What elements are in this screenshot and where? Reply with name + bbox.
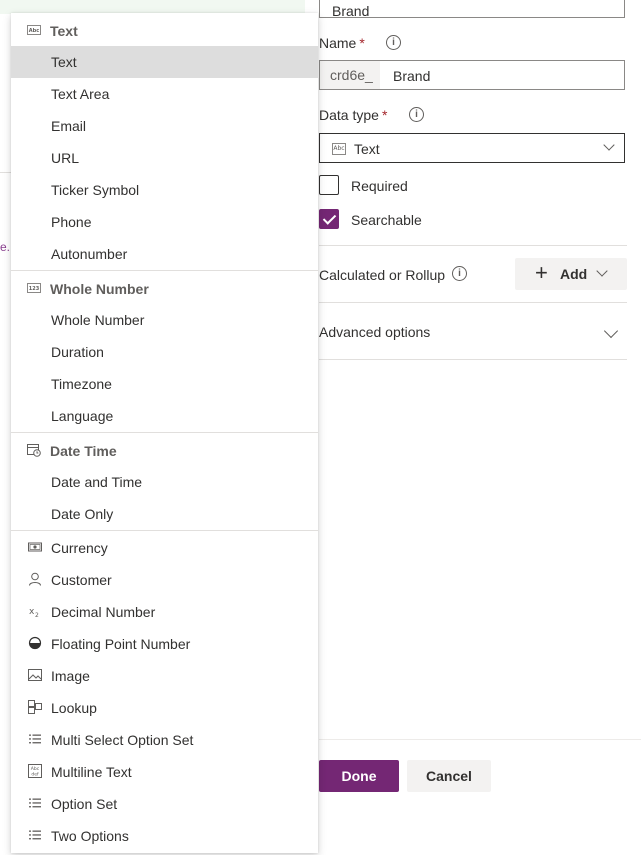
name-prefix: crd6e_ xyxy=(320,61,380,89)
menu-item-timezone[interactable]: Timezone xyxy=(11,368,318,400)
menu-item-two-options[interactable]: Two Options xyxy=(11,820,318,852)
data-type-value: Text xyxy=(354,141,380,157)
required-checkbox[interactable] xyxy=(319,175,339,195)
menu-item-date-only[interactable]: Date Only xyxy=(11,498,318,530)
add-calculated-button[interactable]: + Add xyxy=(515,258,627,290)
number-123-icon: 123 xyxy=(27,283,41,293)
footer-divider xyxy=(319,739,641,740)
group-separator xyxy=(11,270,318,271)
searchable-checkbox[interactable] xyxy=(319,209,339,229)
menu-item-currency[interactable]: Currency xyxy=(11,532,318,564)
menu-item-date-and-time[interactable]: Date and Time xyxy=(11,466,318,498)
half-circle-icon xyxy=(28,636,42,650)
decimal-icon: x 2 xyxy=(29,607,39,618)
menu-item-image[interactable]: Image xyxy=(11,660,318,692)
menu-item-lookup[interactable]: Lookup xyxy=(11,692,318,724)
menu-item-floating-point-number[interactable]: Floating Point Number xyxy=(11,628,318,660)
name-label: Name * xyxy=(319,35,365,51)
person-icon xyxy=(29,572,41,586)
menu-item-autonumber[interactable]: Autonumber xyxy=(11,238,318,270)
column-properties-panel xyxy=(319,0,641,855)
list-icon xyxy=(29,734,41,744)
display-name-input[interactable]: Brand xyxy=(319,0,625,19)
data-type-label: Data type * xyxy=(319,107,388,123)
name-value: Brand xyxy=(393,68,431,84)
done-button[interactable]: Done xyxy=(319,760,399,792)
name-input[interactable]: crd6e_ Brand xyxy=(319,60,625,90)
calendar-clock-icon xyxy=(27,444,41,457)
display-name-value: Brand xyxy=(332,3,370,19)
menu-item-duration[interactable]: Duration xyxy=(11,336,318,368)
menu-item-decimal-number[interactable]: x 2 Decimal Number xyxy=(11,596,318,628)
group-separator xyxy=(11,432,318,433)
menu-item-customer[interactable]: Customer xyxy=(11,564,318,596)
group-header-text: Abc Text xyxy=(27,23,78,39)
currency-icon xyxy=(28,542,42,552)
svg-text:Abc: Abc xyxy=(31,766,40,772)
menu-item-multi-select-option-set[interactable]: Multi Select Option Set xyxy=(11,724,318,756)
menu-item-whole-number[interactable]: Whole Number xyxy=(11,304,318,336)
image-icon xyxy=(28,669,42,681)
menu-item-language[interactable]: Language xyxy=(11,400,318,432)
menu-item-ticker-symbol[interactable]: Ticker Symbol xyxy=(11,174,318,206)
group-header-date-time: Date Time xyxy=(11,434,318,466)
data-type-dropdown: Abc Text Text Text Area Email URL Ticker… xyxy=(11,13,318,853)
background-text-fragment: e. xyxy=(0,240,11,254)
svg-text:Abc: Abc xyxy=(29,28,39,34)
info-icon[interactable]: i xyxy=(409,107,424,122)
data-type-select[interactable]: Abc Text xyxy=(319,133,625,163)
svg-text:123: 123 xyxy=(29,286,40,292)
lookup-icon xyxy=(28,700,42,714)
multiline-text-icon: Abc def xyxy=(28,764,42,778)
info-icon[interactable]: i xyxy=(386,35,401,50)
svg-text:def: def xyxy=(31,772,39,778)
searchable-label: Searchable xyxy=(351,212,422,228)
required-label: Required xyxy=(351,178,408,194)
plus-icon: + xyxy=(535,260,548,285)
required-asterisk: * xyxy=(359,35,365,51)
svg-text:2: 2 xyxy=(35,612,39,618)
calculated-rollup-label: Calculated or Rollup xyxy=(319,267,446,283)
section-divider xyxy=(319,359,627,360)
list-icon xyxy=(29,798,41,808)
info-icon[interactable]: i xyxy=(452,266,467,281)
menu-item-text-area[interactable]: Text Area xyxy=(11,78,318,110)
menu-item-email[interactable]: Email xyxy=(11,110,318,142)
text-abc-icon: Abc xyxy=(332,143,346,155)
menu-item-text[interactable]: Text xyxy=(11,46,318,78)
required-asterisk: * xyxy=(381,107,388,123)
menu-item-option-set[interactable]: Option Set xyxy=(11,788,318,820)
chevron-down-icon xyxy=(603,139,615,151)
cancel-button[interactable]: Cancel xyxy=(407,760,491,792)
section-divider xyxy=(319,245,627,246)
background-banner xyxy=(0,0,305,14)
section-divider xyxy=(319,302,627,303)
menu-item-phone[interactable]: Phone xyxy=(11,206,318,238)
group-separator xyxy=(11,530,318,531)
chevron-down-icon xyxy=(596,265,608,277)
add-button-label: Add xyxy=(560,266,588,282)
advanced-options-label[interactable]: Advanced options xyxy=(319,324,430,340)
menu-item-url[interactable]: URL xyxy=(11,142,318,174)
group-header-whole-number: 123 Whole Number xyxy=(27,281,149,297)
menu-item-multiline-text[interactable]: Abc def Multiline Text xyxy=(11,756,318,788)
list-icon xyxy=(29,830,41,840)
text-abc-icon: Abc xyxy=(27,25,41,35)
